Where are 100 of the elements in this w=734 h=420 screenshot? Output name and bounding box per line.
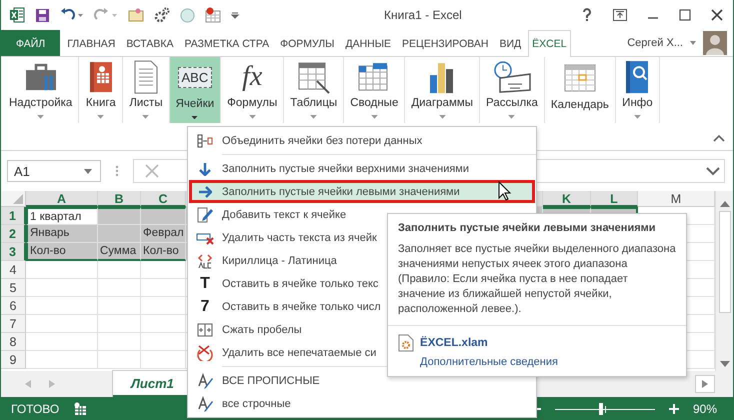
ribbon-button[interactable]: Сводные [344,57,406,123]
ribbon-tab[interactable]: ФОРМУЛЫ [276,30,338,56]
caret-icon [191,116,198,119]
macro-record-icon[interactable] [73,402,88,416]
vertical-scrollbar[interactable] [715,191,733,371]
caret-icon [142,115,150,119]
ribbon-button[interactable]: Инфо [616,57,660,123]
caret-icon [97,115,104,119]
grid-cell[interactable]: Кол-во [141,243,186,261]
file-tab[interactable]: ФАЙЛ [1,30,60,56]
arrow-down-icon [199,162,211,176]
caret-icon [370,115,378,119]
column-header[interactable]: B [98,191,141,207]
table-pencil-icon [296,60,331,94]
avatar-icon[interactable] [703,31,727,55]
column-header[interactable]: C [141,191,186,207]
redo-icon[interactable] [94,8,118,22]
customize-caret-icon[interactable] [231,11,239,19]
close-icon[interactable] [711,9,723,21]
row-header[interactable]: 5 [1,279,26,297]
ribbon-tab[interactable]: ВСТАВКА [122,30,178,56]
merge-cells-icon [197,134,213,148]
scroll-up-icon[interactable] [720,201,730,207]
document-icon [132,60,159,94]
edit-document-icon [197,206,213,222]
ribbon-button[interactable]: ABC Ячейки [170,57,222,123]
save-icon[interactable] [35,8,50,22]
table-icon[interactable] [128,8,144,22]
scroll-down-icon[interactable] [720,361,730,367]
remove-characters-icon [196,344,214,360]
row-header[interactable]: 1 [1,207,26,225]
expand-icon[interactable] [706,166,720,176]
arrow-right-icon [198,186,212,198]
calendar-icon[interactable] [205,7,221,23]
ribbon-button[interactable]: Надстройка [3,57,80,123]
maximize-icon[interactable] [679,9,691,21]
grid-cell[interactable]: Феврал [141,225,186,243]
ribbon-button[interactable]: Таблицы [284,57,344,123]
grid-cell[interactable]: Кол-во [26,243,98,261]
name-box[interactable]: A1 [7,160,101,182]
menu-item[interactable]: Заполнить пустые ячейки левыми значениями [189,180,535,203]
caret-icon [310,115,318,119]
gears-icon[interactable] [154,7,170,23]
caret-icon [37,115,44,119]
window-title: Книга1 - Excel [384,8,462,22]
menu-item[interactable]: ВСЕ ПРОПИСНЫЕ [189,369,535,392]
select-all-icon[interactable] [13,194,23,204]
ribbon-button[interactable]: fx Формулы [221,57,284,123]
row-header[interactable]: 6 [1,297,26,315]
column-header[interactable]: A [26,191,98,207]
ribbon-display-icon[interactable] [613,9,627,21]
zoom-level[interactable]: 90% [692,402,723,416]
change-case-icon [197,396,213,412]
row-header[interactable]: 4 [1,261,26,279]
ribbon-tab[interactable]: ВИД [495,30,526,56]
row-header[interactable]: 7 [1,315,26,333]
scroll-right-icon[interactable] [702,380,708,388]
zoom-slider-thumb[interactable] [598,402,603,414]
previous-sheet-icon[interactable] [25,380,31,388]
grid-cell[interactable]: Январь [26,225,98,243]
tooltip-title: Заполнить пустые ячейки левыми значениями [398,222,657,234]
ribbon-button[interactable]: Диаграммы [405,57,480,123]
row-header[interactable]: 8 [1,333,26,351]
collapse-ribbon-icon[interactable] [713,134,725,142]
zoom-slider[interactable] [554,402,655,414]
zoom-in-icon[interactable] [668,404,679,414]
ribbon-button[interactable]: Календарь [544,57,616,123]
row-header[interactable]: 3 [1,243,26,261]
account-menu[interactable]: Сергей Х... [621,30,689,56]
grid-cell[interactable]: Сумма [98,243,141,261]
grid-cell[interactable] [98,207,141,225]
status-text: ГОТОВО [11,402,60,416]
row-header[interactable]: 2 [1,225,26,243]
tooltip-description: Заполняет все пустые ячейки выделенного диапазона значениями непустых ячеек этого диапазона (Правило: Если ячейка пуста в нее попадает значение из ближайшей непустой ячейки, расположенной левее.). [398,242,676,317]
menu-item[interactable]: Объединить ячейки без потери данных [189,129,535,152]
undo-icon[interactable] [60,8,84,22]
envelope-clock-icon [492,60,532,94]
help-icon[interactable] [581,8,593,22]
column-header[interactable]: L [591,191,638,207]
row-header[interactable]: 9 [1,351,26,369]
ribbon-tab[interactable]: ЁXCEL [528,30,571,57]
ribbon-tab[interactable]: РЕЦЕНЗИРОВАН [398,30,492,56]
ribbon-button[interactable]: Книга [79,57,124,123]
circle-icon[interactable] [180,8,195,22]
menu-item[interactable]: все строчные [189,392,535,415]
ribbon-tab[interactable]: ДАННЫЕ [341,30,396,56]
delete-text-icon [196,230,214,244]
cancel-icon[interactable] [144,163,160,179]
ribbon-tab[interactable]: ГЛАВНАЯ [63,30,120,56]
ribbon-button[interactable]: Рассылка [480,57,545,123]
ribbon-button[interactable]: Листы [123,57,170,123]
next-sheet-icon[interactable] [49,380,55,388]
caret-icon [84,168,92,174]
ribbon-tab[interactable]: РАЗМЕТКА СТРА [180,30,274,56]
column-header[interactable]: M [638,191,715,207]
menu-item[interactable]: Заполнить пустые ячейки верхними значениями [189,157,535,180]
change-case-icon [197,372,213,388]
column-header[interactable]: K [543,191,591,207]
excel-logo-icon [9,7,25,23]
grid-cell[interactable] [141,207,186,225]
